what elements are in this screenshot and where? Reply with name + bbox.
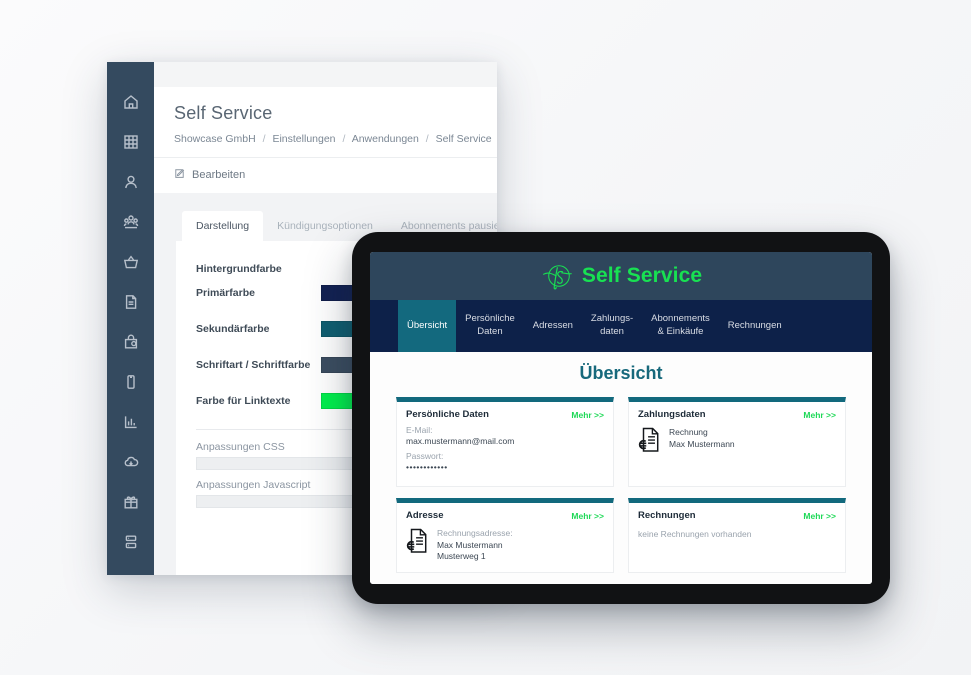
server-icon — [123, 534, 139, 550]
payment-lines: Rechnung Max Mustermann — [669, 427, 735, 450]
nav-tab-abonnements-einkaeufe[interactable]: Abonnements & Einkäufe — [642, 300, 719, 352]
breadcrumb-separator: / — [425, 133, 429, 145]
self-service-body: Übersicht Persönliche Daten Mehr >> E-Ma… — [370, 352, 872, 584]
sidebar-item-gift[interactable] — [107, 482, 154, 522]
payment-line-0: Rechnung — [669, 427, 708, 437]
breadcrumb: Showcase GmbH / Einstellungen / Anwendun… — [174, 133, 492, 145]
home-icon — [123, 94, 139, 110]
card-title: Rechnungen — [638, 510, 696, 521]
nav-tab-rechnungen[interactable]: Rechnungen — [719, 300, 791, 352]
page-header: Self Service Showcase GmbH / Einstellung… — [154, 87, 497, 157]
sidebar-item-mobile[interactable] — [107, 362, 154, 402]
screenshot-stage: Self Service Showcase GmbH / Einstellung… — [0, 0, 971, 675]
card-header: Zahlungsdaten Mehr >> — [629, 402, 845, 425]
card-persoenliche-daten: Persönliche Daten Mehr >> E-Mail: max.mu… — [396, 397, 614, 487]
sidebar-item-cloud-download[interactable] — [107, 442, 154, 482]
nav-tab-persoenliche-daten[interactable]: Persönliche Daten — [456, 300, 524, 352]
sidebar-item-basket[interactable] — [107, 242, 154, 282]
field-label: Sekundärfarbe — [196, 323, 270, 335]
card-zahlungsdaten: Zahlungsdaten Mehr >> Rechnung Max Muste… — [628, 397, 846, 487]
sidebar-item-grid[interactable] — [107, 122, 154, 162]
breadcrumb-separator: / — [342, 133, 346, 145]
overview-card-grid: Persönliche Daten Mehr >> E-Mail: max.mu… — [396, 397, 846, 574]
nav-tab-uebersicht[interactable]: Übersicht — [398, 300, 457, 352]
self-service-nav: Übersicht Persönliche Daten Adressen Zah… — [370, 300, 872, 352]
shopping-bag-icon — [123, 334, 139, 350]
breadcrumb-item-1[interactable]: Einstellungen — [272, 133, 335, 145]
breadcrumb-separator: / — [262, 133, 266, 145]
mobile-icon — [123, 374, 139, 390]
sidebar-item-document[interactable] — [107, 282, 154, 322]
sidebar-item-users-group[interactable] — [107, 202, 154, 242]
breadcrumb-item-2[interactable]: Anwendungen — [352, 133, 419, 145]
address-line-0: Rechnungsadresse: — [437, 528, 513, 538]
field-label-email: E-Mail: — [406, 425, 433, 435]
action-bar: Bearbeiten — [154, 157, 497, 193]
sidebar-item-user[interactable] — [107, 162, 154, 202]
field-label: Hintergrundfarbe — [196, 263, 282, 275]
users-group-icon — [123, 214, 139, 230]
tablet-screen: Self Service Übersicht Persönliche Daten… — [370, 252, 872, 584]
script-monogram-logo — [540, 257, 578, 295]
cloud-download-icon — [123, 454, 139, 470]
gears-icon — [123, 574, 139, 575]
card-title: Zahlungsdaten — [638, 409, 706, 420]
sidebar-item-bar-chart[interactable] — [107, 402, 154, 442]
payment-row: Rechnung Max Mustermann — [638, 425, 836, 458]
self-service-header: Self Service — [370, 252, 872, 300]
tablet-device: Self Service Übersicht Persönliche Daten… — [352, 232, 890, 604]
field-label: Primärfarbe — [196, 287, 255, 299]
card-more-link[interactable]: Mehr >> — [803, 511, 836, 521]
card-more-link[interactable]: Mehr >> — [571, 410, 604, 420]
address-lines: Rechnungsadresse: Max Mustermann Musterw… — [437, 528, 513, 563]
field-value-passwort: •••••••••••• — [406, 462, 448, 472]
window-top-strip — [154, 62, 497, 87]
sidebar-item-shopping-bag[interactable] — [107, 322, 154, 362]
nav-tab-adressen[interactable]: Adressen — [524, 300, 582, 352]
sidebar-item-home[interactable] — [107, 82, 154, 122]
pencil-square-icon — [174, 166, 185, 184]
card-more-link[interactable]: Mehr >> — [803, 410, 836, 420]
document-icon — [123, 294, 139, 310]
card-more-link[interactable]: Mehr >> — [571, 511, 604, 521]
edit-button-label[interactable]: Bearbeiten — [192, 169, 245, 181]
basket-icon — [123, 254, 139, 270]
card-adresse: Adresse Mehr >> Rechnungsadresse: Max Mu… — [396, 498, 614, 574]
user-icon — [123, 174, 139, 190]
grid-icon — [123, 134, 139, 150]
field-value-email: max.mustermann@mail.com — [406, 436, 515, 446]
field-label-passwort: Passwort: — [406, 451, 444, 461]
invoice-euro-icon — [638, 427, 660, 458]
nav-tab-zahlungsdaten[interactable]: Zahlungs- daten — [582, 300, 642, 352]
sidebar-item-server[interactable] — [107, 522, 154, 562]
invoice-euro-icon — [406, 528, 428, 559]
card-body: Rechnungsadresse: Max Mustermann Musterw… — [397, 526, 613, 572]
payment-line-1: Max Mustermann — [669, 438, 735, 449]
card-title: Persönliche Daten — [406, 409, 489, 420]
card-body: E-Mail: max.mustermann@mail.com Passwort… — [397, 425, 613, 486]
page-title: Self Service — [174, 103, 273, 123]
card-header: Adresse Mehr >> — [397, 503, 613, 526]
app-sidebar — [107, 62, 154, 575]
sidebar-item-gears[interactable] — [107, 562, 154, 575]
card-body: keine Rechnungen vorhanden — [629, 526, 845, 548]
field-label: Schriftart / Schriftfarbe — [196, 359, 311, 371]
page-heading: Übersicht — [579, 363, 663, 383]
self-service-logo-text: Self Service — [581, 264, 703, 287]
tab-darstellung[interactable]: Darstellung — [182, 211, 264, 241]
card-title: Adresse — [406, 510, 444, 521]
gift-icon — [123, 494, 139, 510]
card-rechnungen: Rechnungen Mehr >> keine Rechnungen vorh… — [628, 498, 846, 574]
breadcrumb-item-3[interactable]: Self Service — [436, 133, 492, 145]
card-body: Rechnung Max Mustermann — [629, 425, 845, 467]
address-line-2: Musterweg 1 — [437, 551, 486, 562]
address-line-1: Max Mustermann — [437, 539, 503, 550]
field-label: Farbe für Linktexte — [196, 395, 291, 407]
card-header: Rechnungen Mehr >> — [629, 503, 845, 526]
card-header: Persönliche Daten Mehr >> — [397, 402, 613, 425]
address-row: Rechnungsadresse: Max Mustermann Musterw… — [406, 526, 604, 563]
empty-state-text: keine Rechnungen vorhanden — [638, 529, 752, 539]
bar-chart-icon — [123, 414, 139, 430]
breadcrumb-item-0[interactable]: Showcase GmbH — [174, 133, 256, 145]
